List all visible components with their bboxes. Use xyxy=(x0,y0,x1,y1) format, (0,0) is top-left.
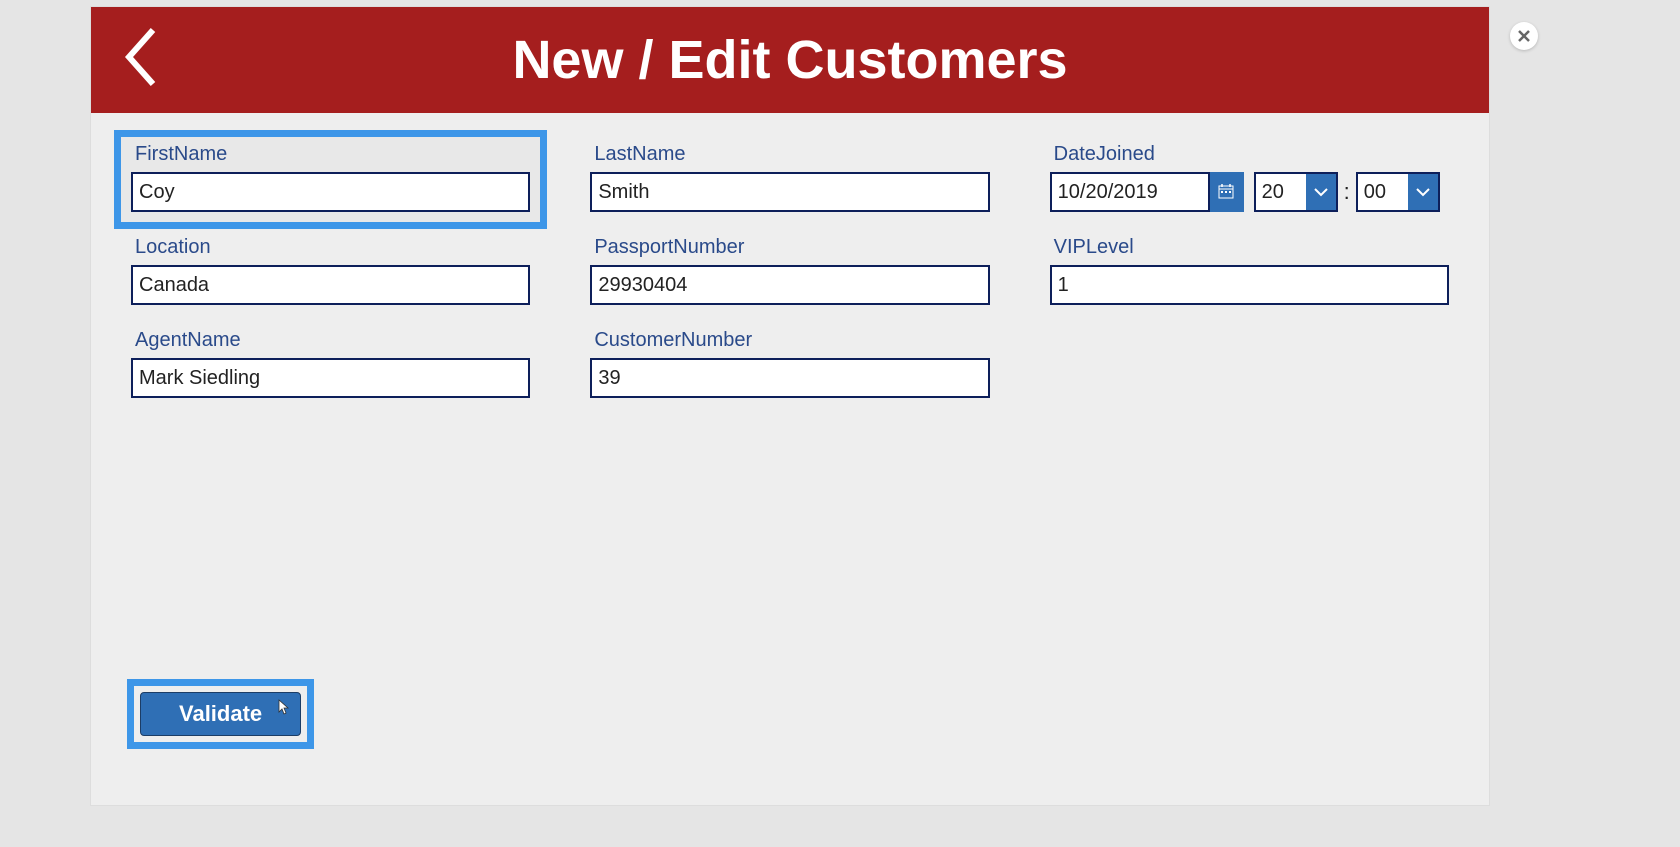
customernumber-label: CustomerNumber xyxy=(590,329,989,352)
agentname-field: AgentName xyxy=(131,329,530,398)
agentname-label: AgentName xyxy=(131,329,530,352)
viplevel-label: VIPLevel xyxy=(1050,236,1449,259)
calendar-icon xyxy=(1218,184,1234,200)
chevron-left-icon xyxy=(123,27,159,87)
customernumber-input[interactable] xyxy=(590,358,989,398)
cursor-icon xyxy=(274,699,290,719)
chevron-down-icon xyxy=(1314,187,1328,197)
chevron-down-icon xyxy=(1416,187,1430,197)
customernumber-field: CustomerNumber xyxy=(590,329,989,398)
datejoined-minute-dropdown-button[interactable] xyxy=(1408,174,1438,210)
datejoined-minute-value: 00 xyxy=(1358,174,1408,210)
validate-button-label: Validate xyxy=(179,701,262,726)
firstname-field-highlight: FirstName xyxy=(114,130,547,229)
validate-highlight: Validate xyxy=(127,679,314,749)
viplevel-input[interactable] xyxy=(1050,265,1449,305)
header-bar: New / Edit Customers xyxy=(91,7,1489,113)
datejoined-field: DateJoined 20 xyxy=(1050,143,1449,212)
datejoined-date-input[interactable] xyxy=(1050,172,1210,212)
passportnumber-input[interactable] xyxy=(590,265,989,305)
datejoined-row: 20 : 00 xyxy=(1050,172,1449,212)
location-input[interactable] xyxy=(131,265,530,305)
page-title: New / Edit Customers xyxy=(512,29,1067,91)
datejoined-hour-value: 20 xyxy=(1256,174,1306,210)
firstname-field: FirstName xyxy=(131,143,530,212)
location-field: Location xyxy=(131,236,530,305)
location-label: Location xyxy=(131,236,530,259)
customer-form-panel: New / Edit Customers FirstName LastName … xyxy=(90,6,1490,806)
firstname-label: FirstName xyxy=(131,143,530,166)
agentname-input[interactable] xyxy=(131,358,530,398)
firstname-input[interactable] xyxy=(131,172,530,212)
lastname-label: LastName xyxy=(590,143,989,166)
form-grid: FirstName LastName DateJoined xyxy=(91,113,1489,408)
passportnumber-field: PassportNumber xyxy=(590,236,989,305)
close-button[interactable] xyxy=(1510,22,1538,50)
passportnumber-label: PassportNumber xyxy=(590,236,989,259)
viplevel-field: VIPLevel xyxy=(1050,236,1449,305)
datejoined-calendar-button[interactable] xyxy=(1210,172,1244,212)
lastname-field: LastName xyxy=(590,143,989,212)
datejoined-minute-select[interactable]: 00 xyxy=(1356,172,1440,212)
datejoined-label: DateJoined xyxy=(1050,143,1449,166)
close-icon xyxy=(1518,30,1530,42)
time-colon: : xyxy=(1344,179,1350,205)
lastname-input[interactable] xyxy=(590,172,989,212)
back-button[interactable] xyxy=(121,27,161,87)
datejoined-hour-select[interactable]: 20 xyxy=(1254,172,1338,212)
validate-button[interactable]: Validate xyxy=(140,692,301,736)
datejoined-hour-dropdown-button[interactable] xyxy=(1306,174,1336,210)
